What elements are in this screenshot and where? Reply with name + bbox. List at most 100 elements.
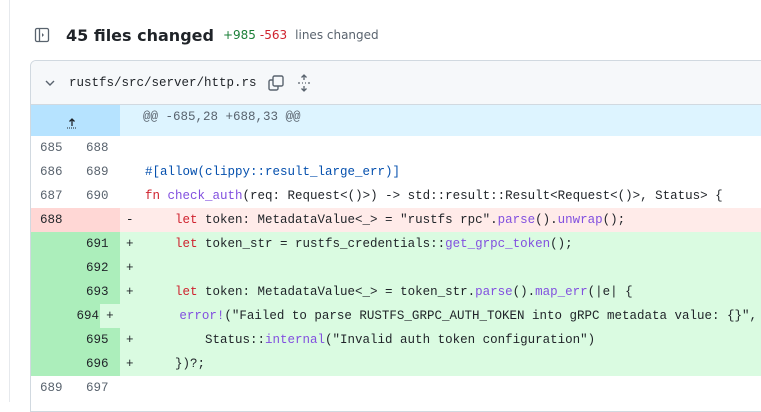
diff-sign: - [120,208,145,232]
diff-sign: + [120,280,145,304]
diff-line-del: 688 - let token: MetadataValue<_> = "rust… [31,208,761,232]
lines-changed-label: lines changed [295,28,379,42]
code-token: parse [475,285,513,299]
code-line: #[allow(clippy::result_large_err)] [145,160,761,184]
code-line [145,256,761,280]
diff-sign [120,376,145,400]
code-token: fn [145,189,161,203]
diff-sign: + [100,304,120,328]
hunk-header-row: @@ -685,28 +688,33 @@ [31,105,761,136]
diff-line-add: 693 + let token: MetadataValue<_> = token… [31,280,761,304]
new-line-number[interactable]: 693 [71,280,120,304]
code-token: token_str = rustfs_credentials:: [197,237,446,251]
diff-summary: 45 files changed +985 -563 lines changed [34,22,379,48]
code-token: error! [179,309,225,323]
code-token: (); [550,237,573,251]
code-token: parse [497,213,536,227]
code-token: (); [602,213,626,227]
code-token: Status:: [145,333,266,347]
file-header: rustfs/src/server/http.rs [31,61,761,105]
file-diff: rustfs/src/server/http.rs @@ -685,28 +68… [30,60,761,412]
expand-up-button[interactable] [31,105,120,136]
diff-sign: + [120,352,145,376]
sidebar-toggle-icon[interactable] [34,27,50,43]
diff-line-add: 692 + [31,256,761,280]
new-line-number[interactable]: 695 [71,328,120,352]
code-token: unwrap [557,213,603,227]
code-line: error!("Failed to parse RUSTFS_GRPC_AUTH… [119,304,761,328]
new-line-number[interactable]: 689 [71,160,120,184]
file-path[interactable]: rustfs/src/server/http.rs [69,76,257,90]
old-line-number[interactable] [31,280,71,304]
old-line-number[interactable]: 688 [31,208,71,232]
page-left-border [9,0,10,402]
code-token: (|e| { [587,285,633,299]
code-token: })?; [145,357,206,371]
new-line-number[interactable] [71,208,120,232]
old-line-number[interactable]: 689 [31,376,71,400]
diff-sign: + [120,232,145,256]
code-token: let [175,285,198,299]
code-token: get_grpc_token [445,237,551,251]
copy-icon[interactable] [267,74,285,92]
diff-line-add: 691 + let token_str = rustfs_credentials:… [31,232,761,256]
old-line-number[interactable] [31,232,71,256]
code-token: let [175,237,198,251]
new-line-number[interactable]: 697 [71,376,120,400]
old-line-number[interactable]: 686 [31,160,71,184]
code-token: check_auth [167,189,243,203]
new-line-number[interactable]: 692 [71,256,120,280]
code-token: token: MetadataValue<_> = token_str. [197,285,476,299]
old-line-number[interactable]: 687 [31,184,71,208]
unfold-icon[interactable] [295,73,313,92]
new-line-number[interactable]: 690 [71,184,120,208]
diff-sign [120,184,145,208]
new-line-number[interactable]: 694 [61,304,101,328]
code-line: Status::internal("Invalid auth token con… [145,328,761,352]
hunk-header: @@ -685,28 +688,33 @@ [120,105,761,136]
code-token: internal [265,333,326,347]
new-line-number[interactable]: 691 [71,232,120,256]
old-line-number[interactable] [31,256,71,280]
diff-line-add: 695 + Status::internal("Invalid auth toke… [31,328,761,352]
files-changed-title: 45 files changed [66,25,214,45]
old-line-number[interactable]: 685 [31,136,71,160]
chevron-down-icon[interactable] [43,76,57,90]
diff-sign: + [120,328,145,352]
expand-up-icon [67,118,77,129]
code-token: (). [535,213,558,227]
code-token: token: MetadataValue<_> = "rustfs rpc". [197,213,498,227]
code-token: #[allow(clippy::result_large_err)] [145,165,401,179]
additions-count: +985 [222,28,256,42]
diff-line-add: 694 + error!("Failed to parse RUSTFS_GRPC… [31,304,761,328]
diff-line-add: 696 + })?; [31,352,761,376]
diff-line-ctx: 686 689 #[allow(clippy::result_large_err)] [31,160,761,184]
code-line: fn check_auth(req: Request<()>) -> std::… [145,184,761,208]
new-line-number[interactable]: 696 [71,352,120,376]
deletions-count: -563 [259,28,288,42]
old-line-number[interactable] [31,352,71,376]
diff-lines: 685 688 686 689 #[allow(clippy::result_large… [31,136,761,400]
diff-line-ctx: 687 690 fn check_auth(req: Request<()>) ->… [31,184,761,208]
code-token: ("Invalid auth token configuration") [325,333,596,347]
code-line: let token: MetadataValue<_> = token_str.… [145,280,761,304]
old-line-number[interactable] [31,328,71,352]
code-line: })?; [145,352,761,376]
code-token: ("Failed to parse RUSTFS_GRPC_AUTH_TOKEN… [224,309,761,323]
diff-line-ctx: 685 688 [31,136,761,160]
code-token: (req: Request<()>) -> std::result::Resul… [242,189,723,203]
diff-sign [120,136,145,160]
code-line: let token: MetadataValue<_> = "rustfs rp… [145,208,761,232]
old-line-number[interactable] [31,304,62,328]
diff-sign: + [120,256,145,280]
code-token: (). [512,285,536,299]
new-line-number[interactable]: 688 [71,136,120,160]
code-token: map_err [535,285,588,299]
